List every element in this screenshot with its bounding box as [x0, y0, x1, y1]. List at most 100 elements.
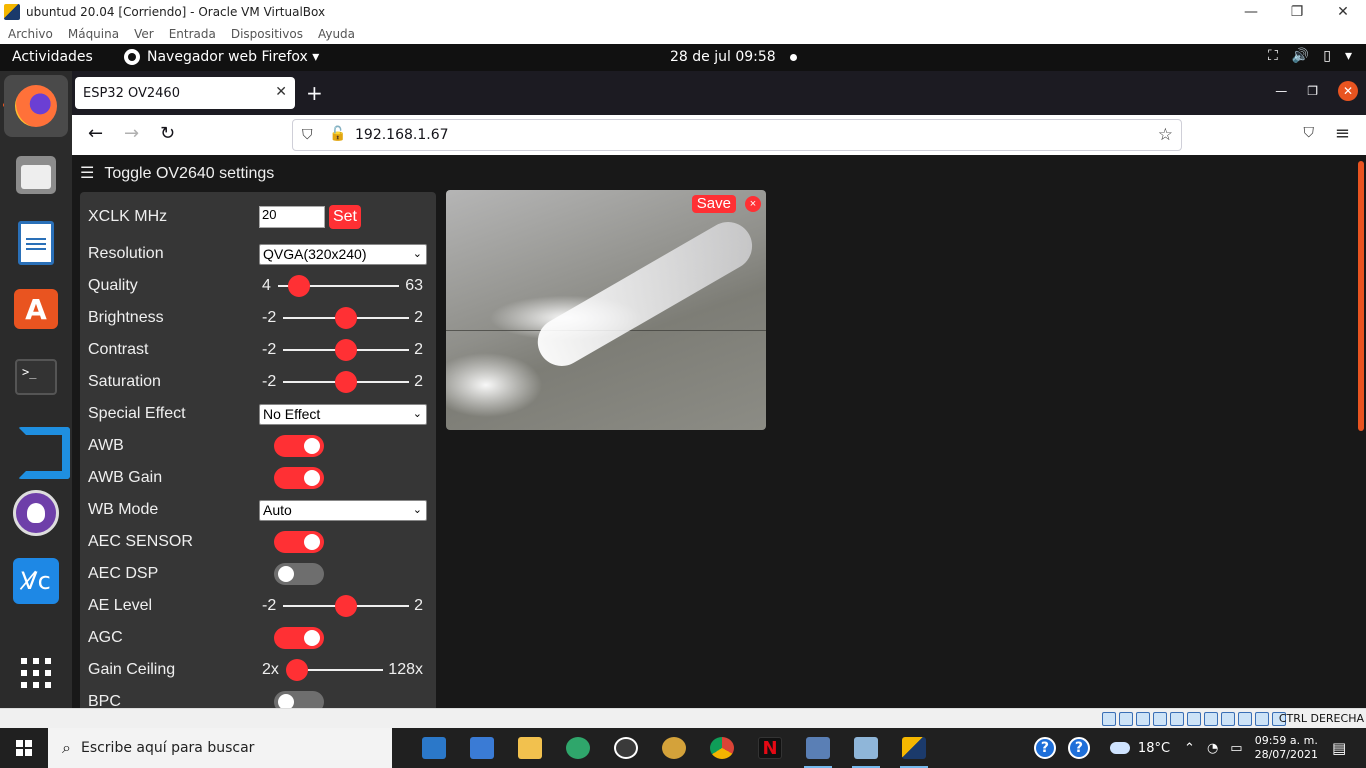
- toggle-settings[interactable]: ☰ Toggle OV2640 settings: [80, 163, 274, 183]
- restore-icon[interactable]: ❐: [1274, 0, 1320, 24]
- usb-icon[interactable]: [1170, 712, 1184, 726]
- dock-github[interactable]: [12, 489, 60, 537]
- gain-ceiling-thumb[interactable]: [286, 659, 308, 681]
- menu-icon[interactable]: ≡: [1335, 123, 1350, 144]
- aec-sensor-label: AEC SENSOR: [88, 533, 193, 550]
- url-bar[interactable]: ⛉ 🔓 192.168.1.67 ☆: [292, 119, 1182, 151]
- close-stream-icon[interactable]: ×: [745, 196, 761, 212]
- bpc-label: BPC: [88, 693, 121, 708]
- menu-archivo[interactable]: Archivo: [8, 27, 53, 41]
- activities-button[interactable]: Actividades: [12, 49, 93, 65]
- mouse-integration-icon[interactable]: [1255, 712, 1269, 726]
- taskbar-edge[interactable]: [554, 728, 602, 768]
- shared-folders-icon[interactable]: [1187, 712, 1201, 726]
- bpc-toggle[interactable]: [274, 691, 324, 708]
- aec-sensor-toggle[interactable]: [274, 531, 324, 553]
- saturation-slider[interactable]: -2 2: [259, 369, 427, 395]
- menu-entrada[interactable]: Entrada: [169, 27, 216, 41]
- dock-terminal[interactable]: >_: [12, 353, 60, 401]
- dock-vnc[interactable]: V̸c: [12, 557, 60, 605]
- tab-esp32[interactable]: ESP32 OV2460 ✕: [75, 77, 295, 109]
- system-tray[interactable]: ⛶ 🔊 ▯ ▾: [1268, 48, 1352, 64]
- notification-center-icon[interactable]: ▤: [1332, 739, 1354, 757]
- url-text[interactable]: 192.168.1.67: [355, 127, 449, 143]
- xclk-input[interactable]: 20: [259, 206, 325, 228]
- dock-show-apps[interactable]: [12, 649, 60, 697]
- harddisk-icon[interactable]: [1102, 712, 1116, 726]
- saturation-thumb[interactable]: [335, 371, 357, 393]
- contrast-thumb[interactable]: [335, 339, 357, 361]
- weather-widget[interactable]: 18°C: [1109, 741, 1170, 756]
- save-still-button[interactable]: Save: [691, 195, 736, 213]
- dock-firefox[interactable]: [4, 75, 68, 137]
- awb-gain-toggle[interactable]: [274, 467, 324, 489]
- gain-ceiling-slider[interactable]: 2x 128x: [259, 657, 427, 683]
- ff-minimize-icon[interactable]: —: [1275, 84, 1287, 98]
- taskbar-mail[interactable]: [410, 728, 458, 768]
- audio-icon[interactable]: [1136, 712, 1150, 726]
- pocket-icon[interactable]: ⛉: [1304, 125, 1315, 141]
- forward-icon[interactable]: →: [124, 123, 139, 144]
- chevron-up-icon[interactable]: ⌃: [1184, 741, 1195, 756]
- new-tab-icon[interactable]: +: [306, 81, 323, 105]
- back-icon[interactable]: ←: [88, 123, 103, 144]
- menu-ver[interactable]: Ver: [134, 27, 154, 41]
- app-menu[interactable]: Navegador web Firefox ▾: [124, 49, 319, 65]
- taskbar-explorer[interactable]: [506, 728, 554, 768]
- scrollbar[interactable]: [1358, 161, 1364, 431]
- close-icon[interactable]: ✕: [1320, 0, 1366, 24]
- dock-files[interactable]: [12, 151, 60, 199]
- optical-drive-icon[interactable]: [1119, 712, 1133, 726]
- ae-level-thumb[interactable]: [335, 595, 357, 617]
- brightness-thumb[interactable]: [335, 307, 357, 329]
- clock[interactable]: 28 de jul 09:58: [670, 49, 797, 65]
- reload-icon[interactable]: ↻: [160, 123, 175, 144]
- menu-maquina[interactable]: Máquina: [68, 27, 119, 41]
- aec-dsp-toggle[interactable]: [274, 563, 324, 585]
- ff-close-icon[interactable]: ✕: [1338, 81, 1358, 101]
- menu-dispositivos[interactable]: Dispositivos: [231, 27, 303, 41]
- awb-toggle[interactable]: [274, 435, 324, 457]
- ff-restore-icon[interactable]: ❐: [1307, 84, 1318, 98]
- bookmark-star-icon[interactable]: ☆: [1158, 125, 1173, 145]
- dock-software[interactable]: A: [12, 285, 60, 333]
- taskbar-app-colorful[interactable]: [650, 728, 698, 768]
- start-button[interactable]: [0, 728, 48, 768]
- input-device-icon[interactable]: ▭: [1230, 741, 1242, 756]
- shield-icon[interactable]: ⛉: [302, 127, 313, 143]
- show-apps-icon: [20, 657, 52, 689]
- resolution-select[interactable]: QVGA(320x240) ⌄: [259, 244, 427, 265]
- wifi-icon[interactable]: ◔: [1207, 741, 1218, 756]
- wb-mode-select[interactable]: Auto ⌄: [259, 500, 427, 521]
- taskbar-virtualbox-manager[interactable]: [794, 728, 842, 768]
- taskbar-search[interactable]: ⌕ Escribe aquí para buscar: [48, 728, 392, 768]
- taskbar-app-blue[interactable]: [842, 728, 890, 768]
- dock-vscode[interactable]: [12, 421, 60, 469]
- lock-icon[interactable]: 🔓: [329, 126, 346, 142]
- cpu-icon[interactable]: [1238, 712, 1252, 726]
- taskbar-tripadvisor[interactable]: [602, 728, 650, 768]
- gain-ceiling-label: Gain Ceiling: [88, 661, 176, 678]
- recording-icon[interactable]: [1221, 712, 1235, 726]
- quality-slider[interactable]: 4 63: [259, 273, 427, 299]
- taskbar-chrome[interactable]: [698, 728, 746, 768]
- quality-thumb[interactable]: [288, 275, 310, 297]
- taskbar-store[interactable]: [458, 728, 506, 768]
- brightness-slider[interactable]: -2 2: [259, 305, 427, 331]
- taskbar-clock[interactable]: 09:59 a. m. 28/07/2021: [1255, 734, 1318, 762]
- contrast-slider[interactable]: -2 2: [259, 337, 427, 363]
- network-adapter-icon[interactable]: [1153, 712, 1167, 726]
- help-icon-2[interactable]: ?: [1067, 737, 1090, 759]
- special-effect-select[interactable]: No Effect ⌄: [259, 404, 427, 425]
- taskbar-netflix[interactable]: N: [746, 728, 794, 768]
- display-icon[interactable]: [1204, 712, 1218, 726]
- dock-writer[interactable]: [12, 219, 60, 267]
- tab-close-icon[interactable]: ✕: [275, 84, 287, 100]
- minimize-icon[interactable]: —: [1228, 0, 1274, 24]
- xclk-set-button[interactable]: Set: [329, 205, 361, 229]
- taskbar-virtualbox-vm[interactable]: [890, 728, 938, 768]
- help-icon[interactable]: ?: [1033, 737, 1056, 759]
- ae-level-slider[interactable]: -2 2: [259, 593, 427, 619]
- menu-ayuda[interactable]: Ayuda: [318, 27, 355, 41]
- agc-toggle[interactable]: [274, 627, 324, 649]
